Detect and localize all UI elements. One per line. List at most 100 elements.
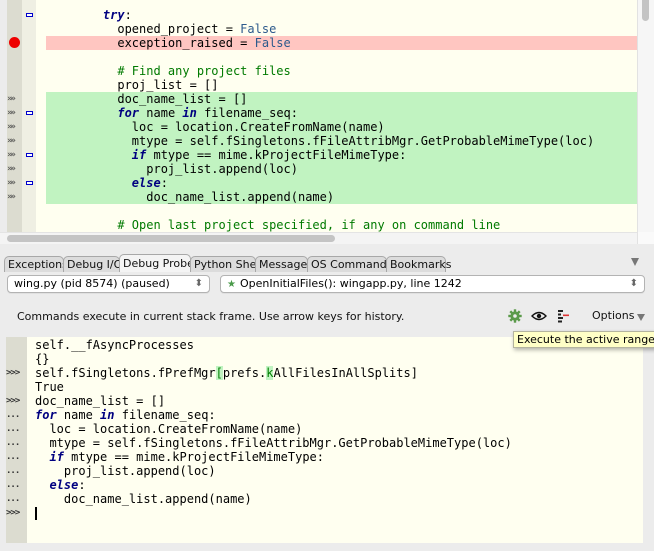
scrollbar-corner	[637, 232, 654, 244]
tab-os-commands[interactable]: OS Commands	[307, 256, 392, 272]
eye-icon[interactable]	[531, 311, 547, 321]
prompt-marker: >>>	[6, 508, 20, 518]
options-chevron-down-icon[interactable]	[637, 314, 645, 321]
process-select[interactable]: wing.py (pid 8574) (paused) ⬍	[7, 275, 210, 293]
code-text: if mtype == mime.kProjectFileMimeType:	[36, 148, 407, 162]
fold-toggle-icon[interactable]	[26, 181, 33, 185]
code-line[interactable]: opened_project = False	[36, 22, 637, 36]
continuation-marker: ...	[6, 438, 20, 448]
editor-vertical-scroll-thumb[interactable]	[642, 0, 649, 21]
console-line: >>>	[6, 506, 643, 520]
execute-range-icon[interactable]	[557, 309, 571, 323]
tooltip: Execute the active range	[513, 331, 654, 348]
prompt-marker: >>>	[6, 368, 20, 378]
continuation-marker: ...	[6, 494, 20, 504]
active-range-line[interactable]: proj_list.append(loc)	[46, 162, 637, 176]
active-range-marker-icon: »»	[7, 192, 16, 202]
tool-tab-bar: Exceptions Debug I/O Debug Probe Python She…	[0, 254, 654, 272]
code-text: proj_list.append(loc)	[36, 162, 298, 176]
code-area[interactable]: try: opened_project = False exception_ra…	[36, 0, 637, 232]
active-range-line[interactable]: mtype = self.fSingletons.fFileAttribMgr.…	[46, 134, 637, 148]
console-line: ... doc_name_list.append(name)	[6, 492, 643, 506]
tab-messages[interactable]: Messages	[255, 256, 313, 272]
fold-margin[interactable]	[22, 0, 36, 232]
tab-bookmarks[interactable]: Bookmarks	[386, 256, 451, 272]
active-range-marker-icon: »»	[7, 122, 16, 132]
continuation-marker: ...	[6, 424, 20, 434]
breakpoint-icon[interactable]	[9, 37, 20, 48]
code-line[interactable]: proj_list = []	[36, 78, 637, 92]
keyword-token: for	[117, 106, 140, 120]
code-line[interactable]: # Open last project specified, if any on…	[36, 218, 637, 232]
text-cursor	[35, 507, 37, 520]
fold-toggle-icon[interactable]	[26, 153, 33, 157]
console-text: doc_name_list = []	[35, 394, 166, 408]
editor-pane: try: opened_project = False exception_ra…	[0, 0, 654, 244]
tab-exceptions[interactable]: Exceptions	[4, 256, 68, 272]
console-text: if mtype == mime.kProjectFileMimeType:	[35, 450, 324, 464]
code-token: mtype = self.fSingletons.fFileAttribMgr.…	[74, 134, 595, 148]
keyword-token: in	[182, 106, 197, 120]
fold-toggle-icon[interactable]	[26, 13, 33, 17]
debug-probe-console[interactable]: self.__fAsyncProcesses{} >>> self.fSinglet…	[6, 337, 643, 543]
tab-python-shell[interactable]: Python Shell	[190, 256, 262, 272]
active-range-line[interactable]: if mtype == mime.kProjectFileMimeType:	[46, 148, 637, 162]
probe-info-text: Commands execute in current stack frame.…	[17, 310, 405, 323]
code-text: opened_project = False	[36, 22, 276, 36]
constant-token: False	[240, 22, 277, 36]
tab-debug-i-o[interactable]: Debug I/O	[63, 256, 122, 272]
keyword-token: else	[131, 176, 161, 190]
console-line: >>> self.fSingletons.fPrefMgr[prefs.kAllF…	[6, 366, 643, 380]
code-token: proj_list = []	[74, 78, 219, 92]
code-line[interactable]	[36, 50, 637, 64]
console-line: ... if mtype == mime.kProjectFileMimeTyp…	[6, 450, 643, 464]
code-text: for name in filename_seq:	[36, 106, 298, 120]
active-range-line[interactable]: else:	[46, 176, 637, 190]
code-token: exception_raised =	[74, 36, 255, 50]
code-text: loc = location.CreateFromName(name)	[36, 120, 385, 134]
code-token: AllFilesInAllSplits]	[273, 366, 418, 380]
editor-horizontal-scrollbar[interactable]	[0, 232, 637, 244]
code-line[interactable]: try:	[36, 8, 637, 22]
stack-frame-select-value: OpenInitialFiles(): wingapp.py, line 124…	[239, 277, 462, 290]
continuation-marker: ...	[6, 410, 20, 420]
code-text: else:	[36, 176, 168, 190]
breakpoint-line[interactable]: exception_raised = False	[46, 36, 637, 50]
code-token: proj_list.append(loc)	[74, 162, 298, 176]
editor-left-margin	[0, 0, 7, 232]
active-range-line[interactable]: for name in filename_seq:	[46, 106, 637, 120]
editor-horizontal-scroll-thumb[interactable]	[7, 235, 335, 242]
code-token: opened_project =	[74, 22, 241, 36]
console-text: loc = location.CreateFromName(name)	[35, 422, 303, 436]
editor-vertical-scrollbar[interactable]	[637, 0, 654, 232]
console-text: True	[35, 380, 64, 394]
active-range-line[interactable]: doc_name_list = []	[46, 92, 637, 106]
active-range-line[interactable]: loc = location.CreateFromName(name)	[46, 120, 637, 134]
code-line[interactable]	[36, 204, 637, 218]
code-token: :	[124, 8, 132, 22]
continuation-marker: ...	[6, 466, 20, 476]
tab-debug-probe[interactable]: Debug Probe	[119, 254, 194, 272]
star-icon: ★	[227, 279, 236, 290]
fold-toggle-icon[interactable]	[26, 111, 33, 115]
code-token: :	[160, 176, 168, 190]
tab-menu-arrow-icon[interactable]	[631, 258, 639, 266]
console-text: self.fSingletons.fPrefMgr[prefs.kAllFile…	[35, 366, 418, 380]
stack-frame-select[interactable]: ★ OpenInitialFiles(): wingapp.py, line 12…	[220, 275, 645, 293]
console-line: ... proj_list.append(loc)	[6, 464, 643, 478]
continuation-marker: ...	[6, 480, 20, 490]
keyword-token: try	[102, 8, 125, 22]
active-range-line[interactable]: doc_name_list.append(name)	[46, 190, 637, 204]
gear-icon[interactable]	[508, 309, 522, 323]
comment-token: # Open last project specified, if any on…	[117, 218, 501, 232]
options-menu-button[interactable]: Options	[592, 309, 634, 322]
code-text: proj_list = []	[36, 78, 219, 92]
console-line: ... mtype = self.fSingletons.fFileAttrib…	[6, 436, 643, 450]
code-line[interactable]: # Find any project files	[36, 64, 637, 78]
